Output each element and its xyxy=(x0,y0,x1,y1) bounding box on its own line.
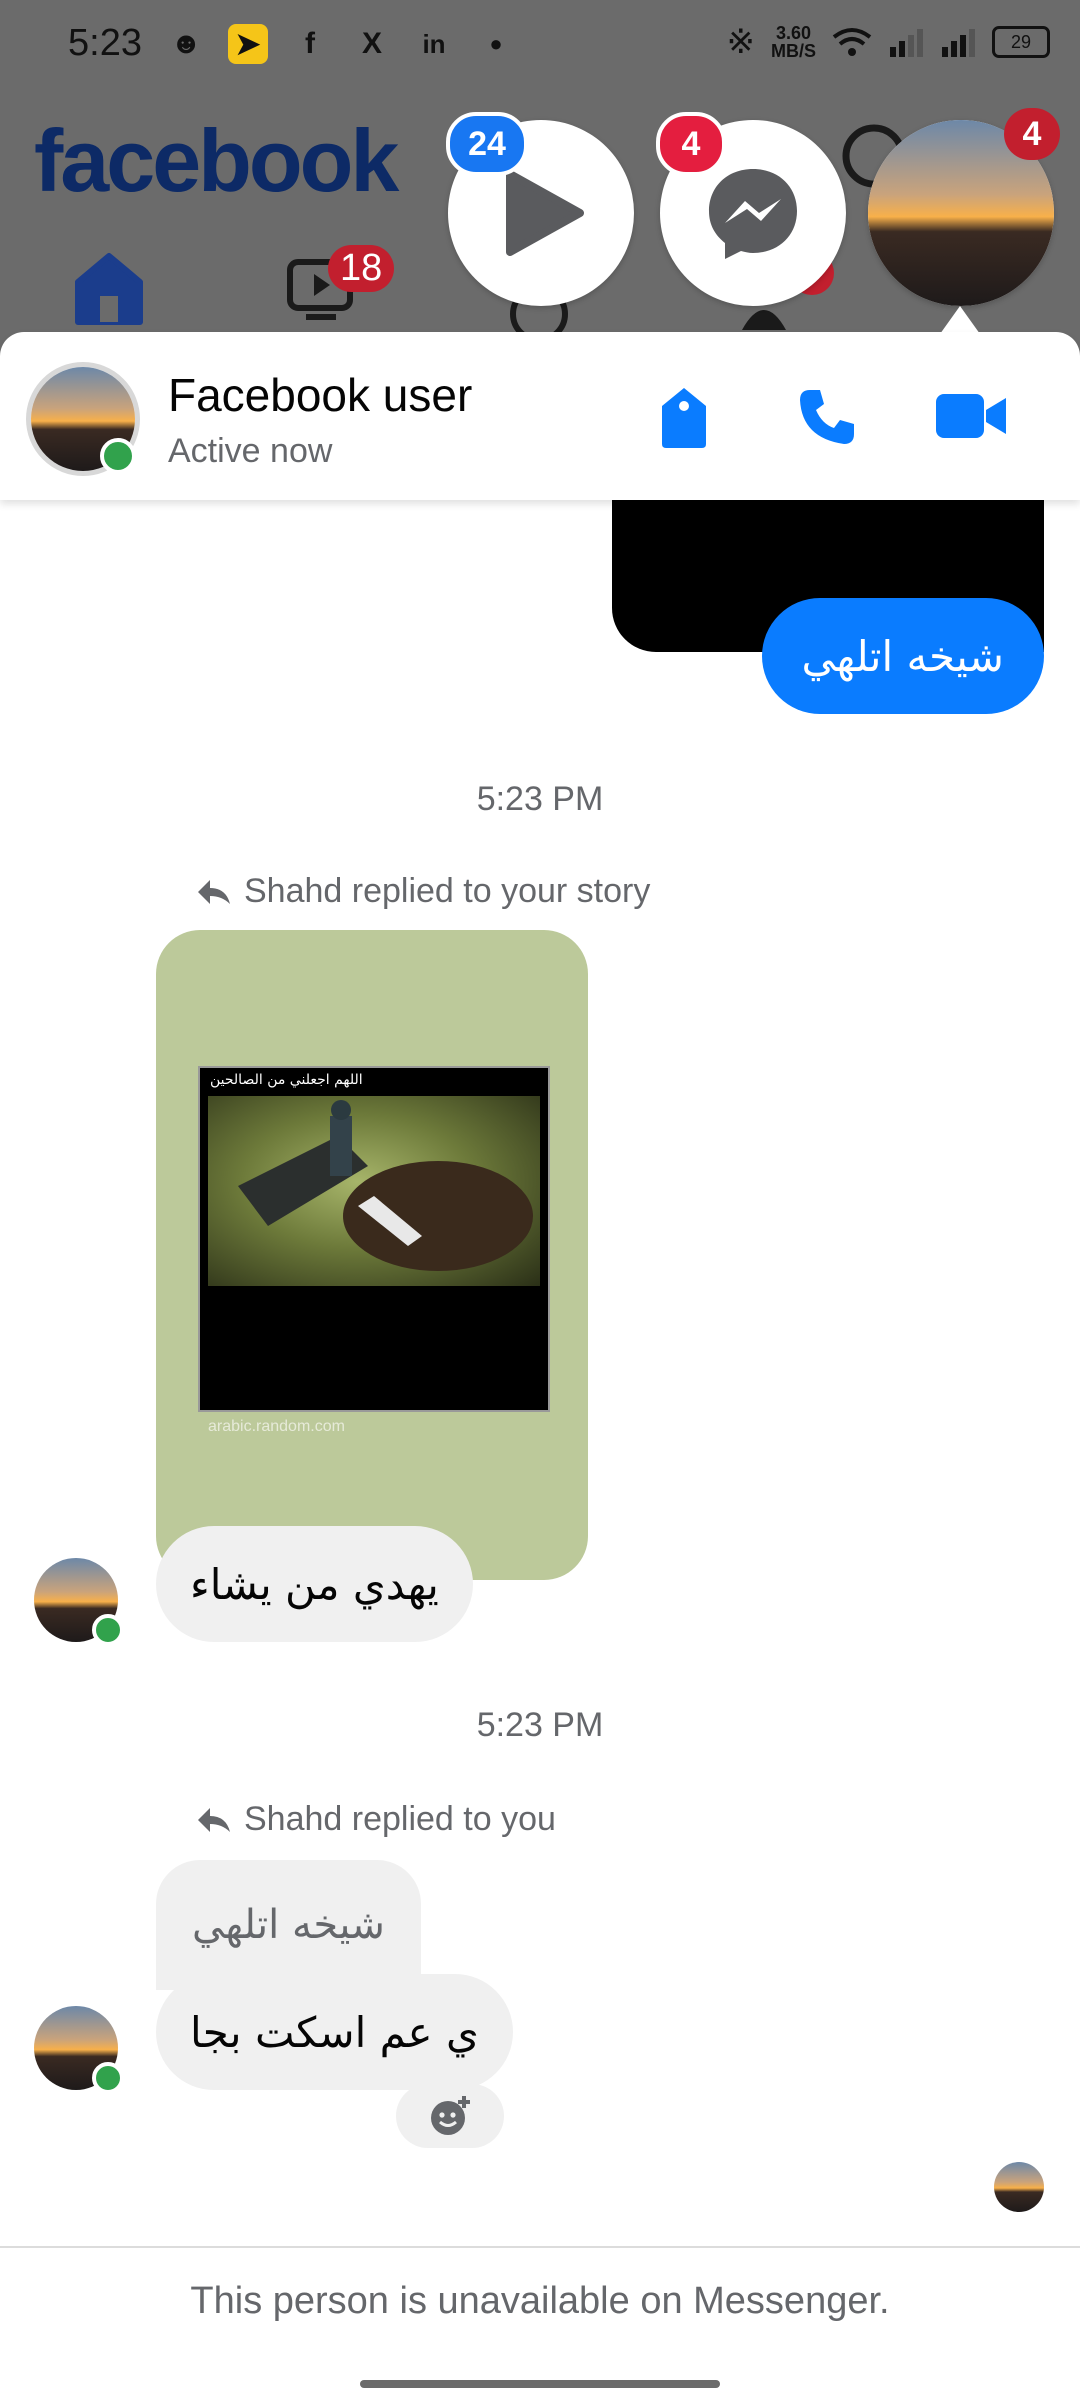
snapchat-icon: ☻ xyxy=(170,27,202,60)
seen-photo xyxy=(994,2162,1044,2212)
notification-icons: ☻ ➤ f X in ● xyxy=(166,24,516,64)
add-emoji-icon xyxy=(431,2096,470,2135)
active-head-pointer-icon xyxy=(940,306,980,334)
play-icon xyxy=(506,170,584,256)
reply-arrow-icon xyxy=(198,1807,230,1832)
video-badge: 24 xyxy=(446,112,528,176)
network-speed: 3.60 MB/S xyxy=(771,24,816,60)
story-scene xyxy=(208,1096,540,1286)
network-speed-unit: MB/S xyxy=(771,41,816,61)
facebook-logo: facebook xyxy=(34,111,399,210)
story-reply-note: Shahd replied to your story xyxy=(196,872,650,911)
message-timestamp: 5:23 PM xyxy=(476,780,604,818)
chat-header: Facebook user Active now xyxy=(0,332,1080,500)
home-indicator[interactable] xyxy=(360,2380,720,2388)
unavailable-footer: This person is unavailable on Messenger. xyxy=(0,2246,1080,2402)
signal-icon-2 xyxy=(942,29,975,57)
add-reaction-button[interactable] xyxy=(396,2084,504,2148)
messenger-badge: 4 xyxy=(656,112,726,176)
wifi-icon xyxy=(832,28,872,56)
story-caption: اللهم اجعلني من الصالحين xyxy=(210,1072,363,1088)
network-speed-value: 3.60 xyxy=(775,23,812,43)
story-preview-card[interactable]: اللهم اجعلني من الصالحين arabic.random.c… xyxy=(156,930,588,1580)
received-reply-bubble[interactable]: ي عم اسكت بجا xyxy=(156,1974,513,2090)
status-time: 5:23 xyxy=(68,22,142,64)
sender-online-indicator-2 xyxy=(92,2062,124,2094)
seen-indicator-avatar xyxy=(994,2162,1044,2212)
story-watermark: arabic.random.com xyxy=(208,1418,345,1435)
tag-icon[interactable] xyxy=(656,384,712,450)
contact-status: Active now xyxy=(168,432,333,470)
battery-indicator: 29 xyxy=(992,26,1050,58)
contact-name[interactable]: Facebook user xyxy=(168,368,472,422)
app-icon: ➤ xyxy=(228,24,268,64)
messenger-icon xyxy=(709,169,797,259)
quoted-message-bubble[interactable]: شيخه اتلهي xyxy=(156,1860,421,1990)
phone-icon[interactable] xyxy=(796,386,858,448)
video-camera-icon[interactable] xyxy=(934,390,1008,442)
sender-online-indicator xyxy=(92,1614,124,1646)
unavailable-message: This person is unavailable on Messenger. xyxy=(190,2280,890,2322)
signal-icon xyxy=(890,29,923,57)
message-timestamp-2: 5:23 PM xyxy=(476,1706,604,1744)
story-image: اللهم اجعلني من الصالحين xyxy=(198,1066,550,1412)
facebook-icon: f xyxy=(305,27,315,60)
online-indicator xyxy=(100,438,136,474)
sent-message-bubble[interactable]: شيخه اتلهي xyxy=(761,598,1044,714)
x-icon: X xyxy=(361,27,382,60)
received-story-reply-bubble[interactable]: يهدي من يشاء xyxy=(156,1526,473,1642)
reply-note: Shahd replied to you xyxy=(196,1800,556,1839)
status-bar: 5:23 ☻ ➤ f X in ● ※ 3.60 MB/S 29 xyxy=(0,0,1080,96)
bluetooth-icon: ※ xyxy=(726,22,756,62)
reply-note-text: Shahd replied to you xyxy=(244,1800,556,1838)
system-status: ※ 3.60 MB/S 29 xyxy=(726,22,1050,62)
watch-badge: 18 xyxy=(328,245,395,292)
more-dot-icon: ● xyxy=(489,31,503,56)
home-icon xyxy=(75,253,143,325)
story-illustration xyxy=(238,1100,533,1271)
reply-arrow-icon xyxy=(198,879,230,904)
story-reply-note-text: Shahd replied to your story xyxy=(244,872,651,910)
profile-badge: 4 xyxy=(1004,108,1060,160)
linkedin-icon: in xyxy=(422,28,446,59)
